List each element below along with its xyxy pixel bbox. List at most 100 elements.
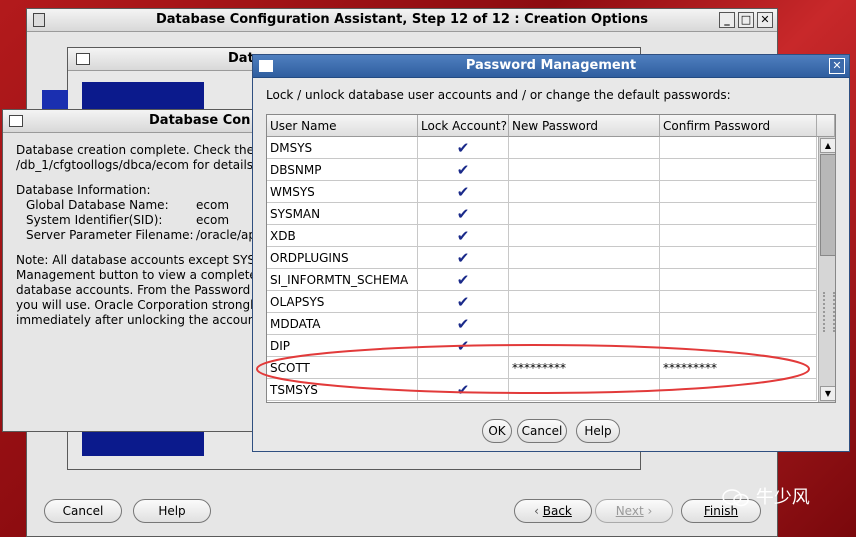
sid-value: ecom — [196, 213, 230, 227]
confirm-password-field[interactable] — [660, 137, 817, 159]
lock-account-checkbox[interactable]: ✔ — [418, 313, 509, 335]
lock-account-checkbox[interactable]: ✔ — [418, 181, 509, 203]
confirm-password-field[interactable] — [660, 291, 817, 313]
complete-dialog-titlebar: Database Con — [3, 110, 253, 133]
complete-line-2: /db_1/cfgtoollogs/dbca/ecom for details. — [16, 158, 257, 172]
info-header: Database Information: — [16, 183, 151, 197]
lock-account-checkbox[interactable]: ✔ — [418, 159, 509, 181]
dialog-cancel-button[interactable]: Cancel — [517, 419, 567, 443]
next-button: Next › — [595, 499, 673, 523]
scroll-grip — [823, 292, 835, 332]
new-password-field[interactable] — [509, 291, 660, 313]
confirm-password-field[interactable] — [660, 269, 817, 291]
close-icon[interactable]: ✕ — [829, 58, 845, 74]
complete-line-1: Database creation complete. Check the lo — [16, 143, 269, 157]
new-password-field[interactable] — [509, 269, 660, 291]
row-user-name: SCOTT — [267, 357, 418, 379]
row-user-name: MDDATA — [267, 313, 418, 335]
lock-account-checkbox[interactable]: ✔ — [418, 225, 509, 247]
note-line-2: Management button to view a complete li — [16, 268, 268, 282]
lock-account-checkbox[interactable]: ✔ — [418, 335, 509, 357]
confirm-password-field[interactable] — [660, 313, 817, 335]
confirm-password-field[interactable] — [660, 379, 817, 401]
new-password-field[interactable] — [509, 247, 660, 269]
window-menu-icon — [76, 53, 90, 65]
row-user-name: DIP — [267, 335, 418, 357]
row-user-name: DMSYS — [267, 137, 418, 159]
new-password-field[interactable] — [509, 225, 660, 247]
new-password-field[interactable] — [509, 313, 660, 335]
new-password-field[interactable] — [509, 181, 660, 203]
close-icon[interactable]: ✕ — [757, 12, 773, 28]
new-password-field[interactable] — [509, 203, 660, 225]
confirm-password-field[interactable] — [660, 181, 817, 203]
row-user-name: XDB — [267, 225, 418, 247]
column-header-user[interactable]: User Name — [267, 115, 418, 137]
confirm-password-field[interactable]: ********* — [660, 357, 817, 379]
back-button[interactable]: ‹ Back — [514, 499, 592, 523]
lock-account-checkbox[interactable]: ✔ — [418, 203, 509, 225]
app-icon — [33, 13, 45, 27]
lock-account-checkbox[interactable]: ✔ — [418, 379, 509, 401]
scroll-thumb[interactable] — [820, 154, 835, 256]
progress-image-top — [82, 82, 204, 112]
dialog-help-button[interactable]: Help — [576, 419, 620, 443]
confirm-password-field[interactable] — [660, 203, 817, 225]
window-menu-icon — [259, 60, 273, 72]
new-password-field[interactable] — [509, 335, 660, 357]
note-line-4: you will use. Oracle Corporation strongl… — [16, 298, 261, 312]
table-scrollbar[interactable]: ▲ ▼ — [818, 137, 835, 402]
row-user-name: SYSMAN — [267, 203, 418, 225]
new-password-field[interactable] — [509, 379, 660, 401]
note-line-5: immediately after unlocking the account. — [16, 313, 264, 327]
confirm-password-field[interactable] — [660, 225, 817, 247]
row-user-name: ORDPLUGINS — [267, 247, 418, 269]
note-line-1: Note: All database accounts except SYS a — [16, 253, 267, 267]
new-password-field[interactable] — [509, 137, 660, 159]
password-dialog-title: Password Management — [465, 58, 637, 73]
column-header-confirm-password[interactable]: Confirm Password — [660, 115, 817, 137]
row-user-name: DBSNMP — [267, 159, 418, 181]
password-management-dialog: Password Management ✕ Lock / unlock data… — [252, 54, 850, 452]
row-user-name: WMSYS — [267, 181, 418, 203]
next-label: Next — [615, 504, 644, 518]
new-password-field[interactable]: ********* — [509, 357, 660, 379]
column-header-lock[interactable]: Lock Account? — [418, 115, 509, 137]
progress-image-bottom — [82, 428, 204, 456]
maximize-icon[interactable]: □ — [738, 12, 754, 28]
lock-account-checkbox[interactable]: ✔ — [418, 137, 509, 159]
watermark-text: 牛少风 — [755, 487, 810, 508]
row-user-name: OLAPSYS — [267, 291, 418, 313]
lock-account-checkbox[interactable] — [418, 357, 509, 379]
cancel-button[interactable]: Cancel — [44, 499, 122, 523]
lock-account-checkbox[interactable]: ✔ — [418, 247, 509, 269]
help-button[interactable]: Help — [133, 499, 211, 523]
complete-dialog-title: Database Con — [149, 113, 251, 128]
confirm-password-field[interactable] — [660, 247, 817, 269]
column-header-new-password[interactable]: New Password — [509, 115, 660, 137]
minimize-icon[interactable]: _ — [719, 12, 735, 28]
spfile-label: Server Parameter Filename: — [26, 228, 194, 242]
row-user-name: TSMSYS — [267, 379, 418, 401]
global-db-label: Global Database Name: — [26, 198, 169, 212]
wechat-icon — [722, 488, 750, 508]
window-menu-icon — [9, 115, 23, 127]
ok-button[interactable]: OK — [482, 419, 512, 443]
sid-label: System Identifier(SID): — [26, 213, 163, 227]
scroll-up-icon[interactable]: ▲ — [820, 138, 835, 153]
column-header-filler — [817, 115, 835, 137]
confirm-password-field[interactable] — [660, 335, 817, 357]
main-window-titlebar: Database Configuration Assistant, Step 1… — [27, 9, 777, 32]
confirm-password-field[interactable] — [660, 159, 817, 181]
main-window-title: Database Configuration Assistant, Step 1… — [155, 12, 649, 27]
progress-window-title: Dat — [228, 51, 254, 66]
note-line-3: database accounts. From the Password M — [16, 283, 265, 297]
lock-account-checkbox[interactable]: ✔ — [418, 291, 509, 313]
lock-account-checkbox[interactable]: ✔ — [418, 269, 509, 291]
scroll-down-icon[interactable]: ▼ — [820, 386, 835, 401]
instruction-text: Lock / unlock database user accounts and… — [266, 88, 731, 102]
global-db-value: ecom — [196, 198, 230, 212]
spfile-value: /oracle/ap — [196, 228, 256, 242]
new-password-field[interactable] — [509, 159, 660, 181]
back-label: Back — [542, 504, 572, 518]
